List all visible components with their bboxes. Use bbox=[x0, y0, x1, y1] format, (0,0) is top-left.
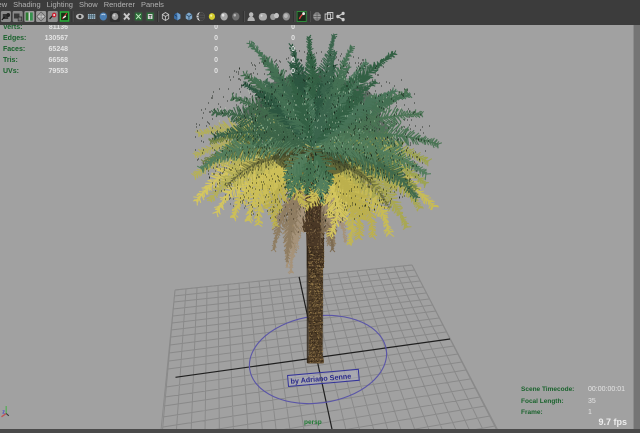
svg-text:z: z bbox=[2, 410, 5, 416]
